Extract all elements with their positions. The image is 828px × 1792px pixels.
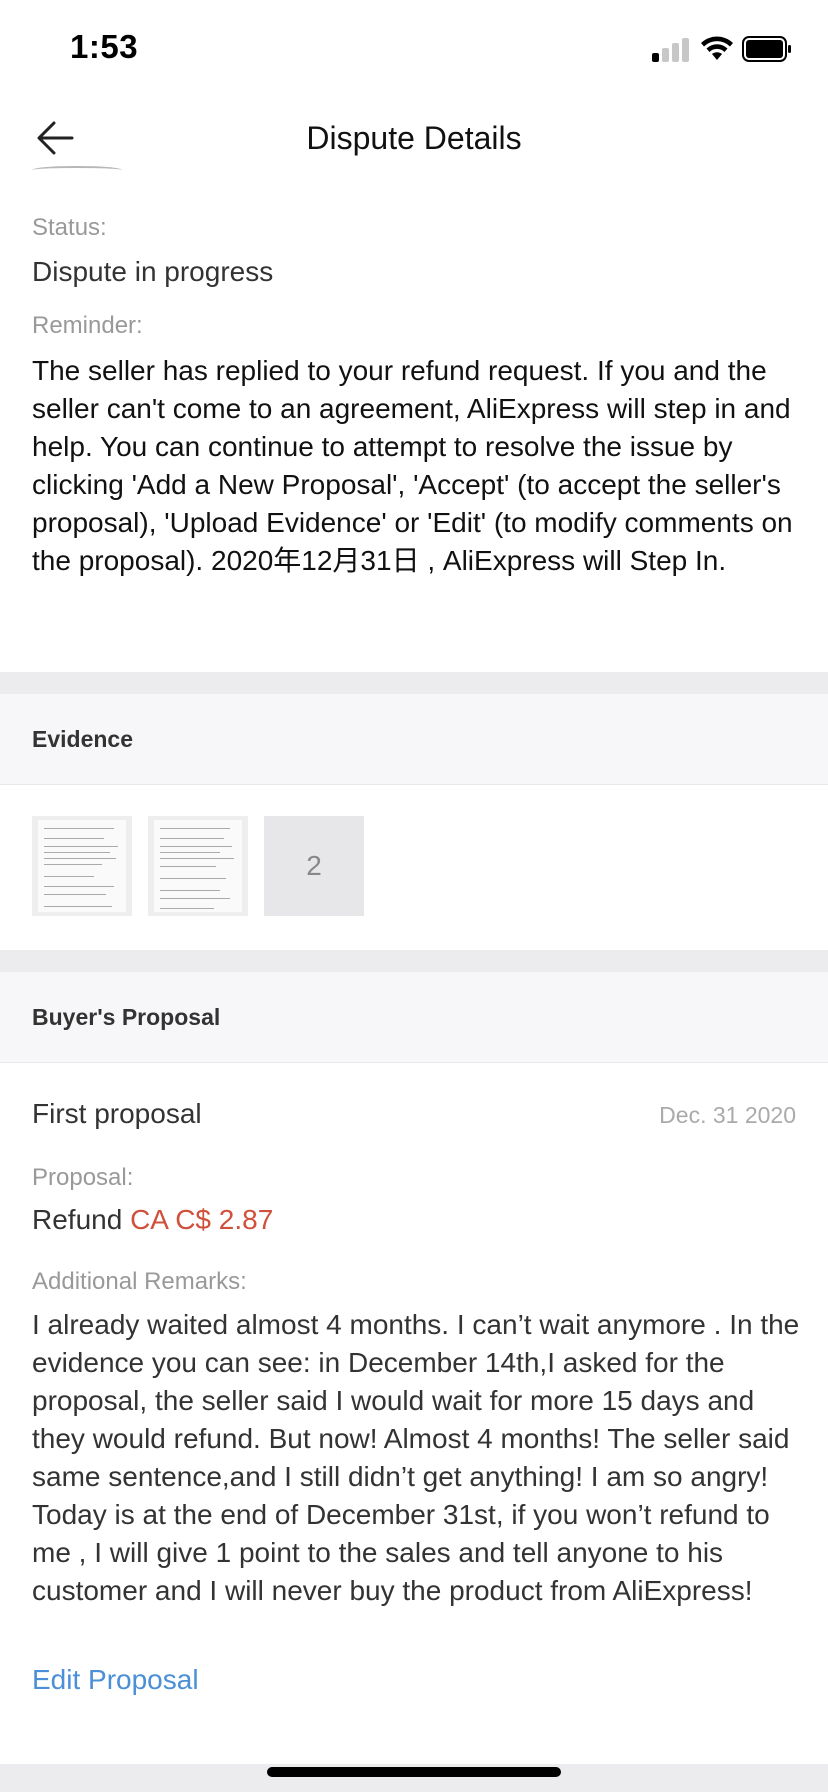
status-bar: 1:53 [0, 0, 828, 100]
proposal-label: Proposal: [32, 1164, 134, 1191]
wifi-icon [701, 36, 733, 60]
status-label: Status: [32, 214, 107, 241]
battery-icon [742, 36, 791, 62]
status-time: 1:53 [70, 28, 139, 65]
proposal-title: First proposal [32, 1098, 202, 1129]
section-divider [0, 672, 828, 694]
evidence-title: Evidence [32, 726, 133, 752]
evidence-thumbnail[interactable] [32, 816, 132, 916]
page-title: Dispute Details [306, 120, 522, 156]
clipped-text-fragment [32, 166, 122, 174]
nav-header: Dispute Details [0, 100, 828, 180]
remarks-text: I already waited almost 4 months. I can’… [32, 1309, 800, 1606]
remarks-label: Additional Remarks: [32, 1268, 247, 1295]
reminder-label: Reminder: [32, 312, 143, 339]
more-evidence-count[interactable]: 2 [264, 816, 364, 916]
buyer-proposal-section-header: Buyer's Proposal [0, 972, 828, 1063]
home-indicator[interactable] [267, 1767, 561, 1777]
refund-amount: CA C$ 2.87 [130, 1204, 274, 1235]
refund-line: Refund CA C$ 2.87 [32, 1204, 273, 1236]
status-value: Dispute in progress [32, 256, 274, 287]
cellular-signal-icon [652, 36, 692, 62]
refund-prefix: Refund [32, 1204, 123, 1235]
edit-proposal-link[interactable]: Edit Proposal [32, 1664, 199, 1696]
reminder-text: The seller has replied to your refund re… [32, 355, 793, 576]
evidence-section-header: Evidence [0, 694, 828, 785]
proposal-date: Dec. 31 2020 [659, 1102, 796, 1128]
evidence-thumbnail[interactable] [148, 816, 248, 916]
section-divider [0, 950, 828, 972]
buyer-proposal-title: Buyer's Proposal [32, 1004, 221, 1030]
